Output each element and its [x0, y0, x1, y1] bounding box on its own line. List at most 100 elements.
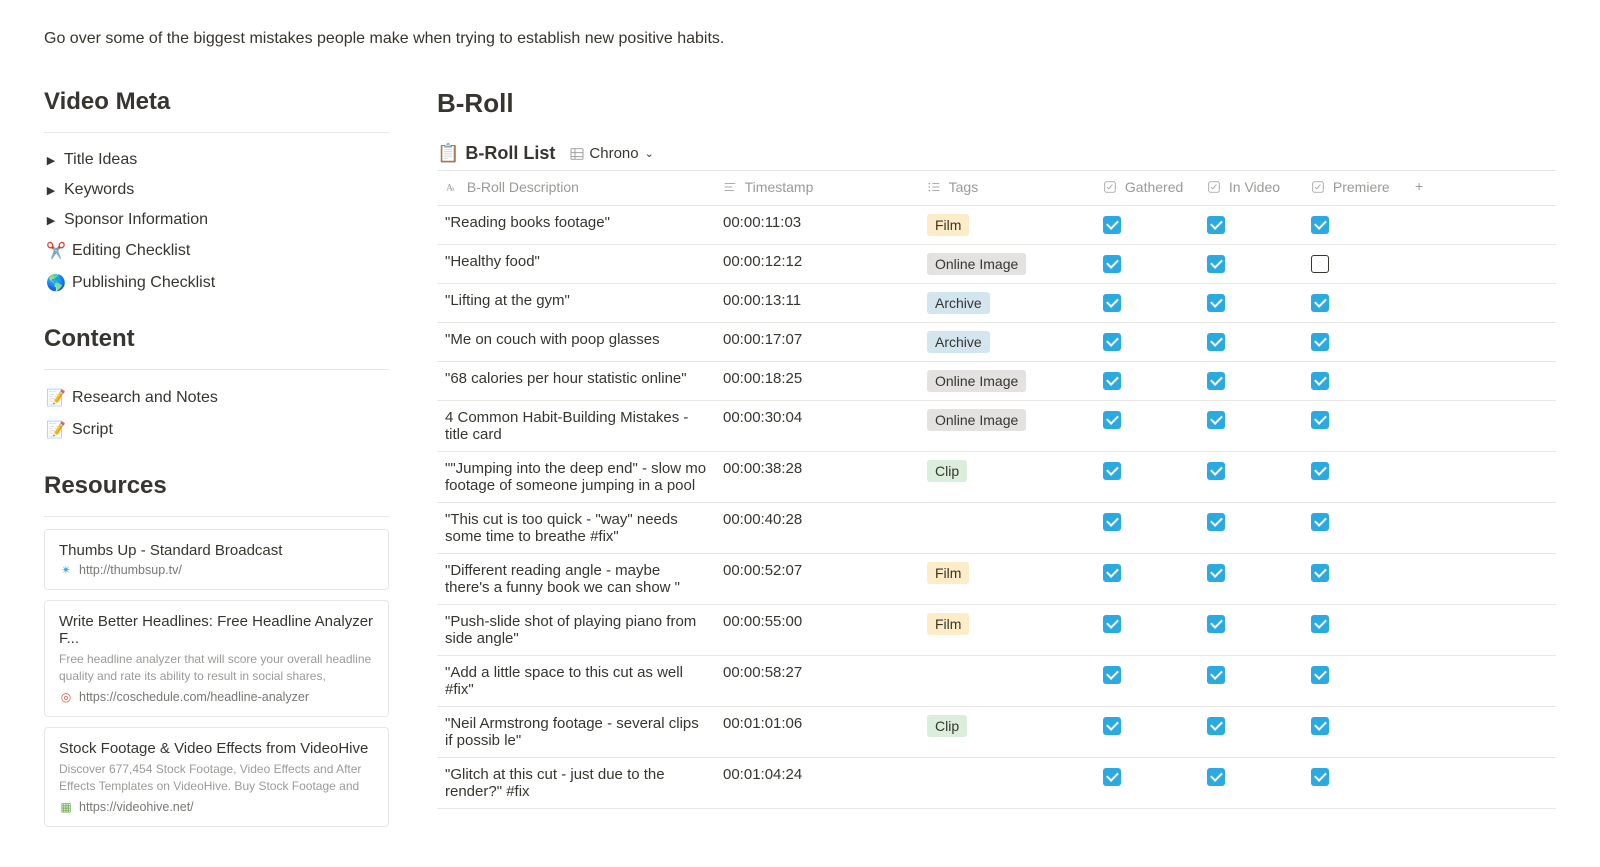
cell-description[interactable]: "68 calories per hour statistic online": [437, 361, 715, 400]
cell-tags[interactable]: [919, 502, 1095, 553]
cell-gathered[interactable]: [1095, 757, 1199, 808]
cell-premiere[interactable]: [1303, 205, 1407, 244]
cell-tags[interactable]: [919, 757, 1095, 808]
checkbox[interactable]: [1311, 768, 1329, 786]
database-title[interactable]: 📋 B-Roll List: [437, 143, 555, 164]
cell-in-video[interactable]: [1199, 244, 1303, 283]
checkbox[interactable]: [1311, 294, 1329, 312]
cell-description[interactable]: "Lifting at the gym": [437, 283, 715, 322]
cell-premiere[interactable]: [1303, 553, 1407, 604]
cell-timestamp[interactable]: 00:00:12:12: [715, 244, 919, 283]
toggle-keywords[interactable]: ▶ Keywords: [44, 175, 389, 205]
cell-description[interactable]: "Different reading angle - maybe there's…: [437, 553, 715, 604]
checkbox[interactable]: [1207, 462, 1225, 480]
cell-premiere[interactable]: [1303, 655, 1407, 706]
checkbox[interactable]: [1207, 768, 1225, 786]
resource-card[interactable]: Thumbs Up - Standard Broadcast✴http://th…: [44, 529, 389, 590]
checkbox[interactable]: [1103, 411, 1121, 429]
checkbox[interactable]: [1103, 462, 1121, 480]
cell-timestamp[interactable]: 00:00:52:07: [715, 553, 919, 604]
checkbox[interactable]: [1103, 255, 1121, 273]
cell-gathered[interactable]: [1095, 361, 1199, 400]
cell-timestamp[interactable]: 00:00:18:25: [715, 361, 919, 400]
checkbox[interactable]: [1103, 216, 1121, 234]
checkbox[interactable]: [1311, 513, 1329, 531]
column-header-premiere[interactable]: Premiere: [1303, 171, 1407, 206]
cell-timestamp[interactable]: 00:00:55:00: [715, 604, 919, 655]
cell-timestamp[interactable]: 00:00:30:04: [715, 400, 919, 451]
cell-description[interactable]: "Add a little space to this cut as well …: [437, 655, 715, 706]
checkbox[interactable]: [1311, 717, 1329, 735]
checkbox[interactable]: [1207, 615, 1225, 633]
cell-premiere[interactable]: [1303, 283, 1407, 322]
cell-description[interactable]: "Healthy food": [437, 244, 715, 283]
cell-gathered[interactable]: [1095, 502, 1199, 553]
page-editing-checklist[interactable]: ✂️ Editing Checklist: [44, 235, 389, 267]
table-row[interactable]: "Neil Armstrong footage - several clips …: [437, 706, 1556, 757]
cell-gathered[interactable]: [1095, 655, 1199, 706]
table-row[interactable]: "68 calories per hour statistic online"0…: [437, 361, 1556, 400]
checkbox[interactable]: [1207, 333, 1225, 351]
checkbox[interactable]: [1103, 768, 1121, 786]
checkbox[interactable]: [1103, 666, 1121, 684]
cell-in-video[interactable]: [1199, 604, 1303, 655]
cell-description[interactable]: ""Jumping into the deep end" - slow mo f…: [437, 451, 715, 502]
cell-in-video[interactable]: [1199, 283, 1303, 322]
cell-description[interactable]: "Push-slide shot of playing piano from s…: [437, 604, 715, 655]
checkbox[interactable]: [1207, 717, 1225, 735]
cell-premiere[interactable]: [1303, 451, 1407, 502]
cell-premiere[interactable]: [1303, 361, 1407, 400]
cell-premiere[interactable]: [1303, 757, 1407, 808]
checkbox[interactable]: [1207, 255, 1225, 273]
column-header-in-video[interactable]: In Video: [1199, 171, 1303, 206]
cell-tags[interactable]: Film: [919, 553, 1095, 604]
cell-premiere[interactable]: [1303, 502, 1407, 553]
cell-tags[interactable]: Film: [919, 205, 1095, 244]
resource-card[interactable]: Stock Footage & Video Effects from Video…: [44, 727, 389, 827]
cell-in-video[interactable]: [1199, 655, 1303, 706]
cell-in-video[interactable]: [1199, 553, 1303, 604]
table-row[interactable]: "Different reading angle - maybe there's…: [437, 553, 1556, 604]
checkbox[interactable]: [1207, 411, 1225, 429]
cell-timestamp[interactable]: 00:00:13:11: [715, 283, 919, 322]
table-row[interactable]: 4 Common Habit-Building Mistakes - title…: [437, 400, 1556, 451]
cell-description[interactable]: "Glitch at this cut - just due to the re…: [437, 757, 715, 808]
table-row[interactable]: "This cut is too quick - "way" needs som…: [437, 502, 1556, 553]
cell-tags[interactable]: Online Image: [919, 244, 1095, 283]
table-row[interactable]: "Reading books footage"00:00:11:03Film: [437, 205, 1556, 244]
table-row[interactable]: "Push-slide shot of playing piano from s…: [437, 604, 1556, 655]
cell-in-video[interactable]: [1199, 361, 1303, 400]
checkbox[interactable]: [1207, 294, 1225, 312]
cell-gathered[interactable]: [1095, 322, 1199, 361]
cell-timestamp[interactable]: 00:01:04:24: [715, 757, 919, 808]
checkbox[interactable]: [1103, 564, 1121, 582]
cell-tags[interactable]: [919, 655, 1095, 706]
checkbox[interactable]: [1103, 615, 1121, 633]
checkbox[interactable]: [1311, 564, 1329, 582]
cell-description[interactable]: "This cut is too quick - "way" needs som…: [437, 502, 715, 553]
cell-description[interactable]: "Me on couch with poop glasses: [437, 322, 715, 361]
checkbox[interactable]: [1311, 411, 1329, 429]
checkbox[interactable]: [1207, 372, 1225, 390]
cell-gathered[interactable]: [1095, 283, 1199, 322]
cell-timestamp[interactable]: 00:00:38:28: [715, 451, 919, 502]
checkbox[interactable]: [1311, 255, 1329, 273]
cell-description[interactable]: "Neil Armstrong footage - several clips …: [437, 706, 715, 757]
cell-in-video[interactable]: [1199, 400, 1303, 451]
checkbox[interactable]: [1311, 615, 1329, 633]
cell-timestamp[interactable]: 00:00:40:28: [715, 502, 919, 553]
column-header-description[interactable]: Aa B-Roll Description: [437, 171, 715, 206]
checkbox[interactable]: [1103, 333, 1121, 351]
cell-tags[interactable]: Clip: [919, 706, 1095, 757]
cell-gathered[interactable]: [1095, 400, 1199, 451]
checkbox[interactable]: [1207, 513, 1225, 531]
cell-premiere[interactable]: [1303, 244, 1407, 283]
checkbox[interactable]: [1103, 717, 1121, 735]
cell-gathered[interactable]: [1095, 604, 1199, 655]
cell-timestamp[interactable]: 00:01:01:06: [715, 706, 919, 757]
checkbox[interactable]: [1311, 216, 1329, 234]
cell-premiere[interactable]: [1303, 604, 1407, 655]
page-research-and-notes[interactable]: 📝 Research and Notes: [44, 382, 389, 414]
cell-gathered[interactable]: [1095, 706, 1199, 757]
table-row[interactable]: "Glitch at this cut - just due to the re…: [437, 757, 1556, 808]
